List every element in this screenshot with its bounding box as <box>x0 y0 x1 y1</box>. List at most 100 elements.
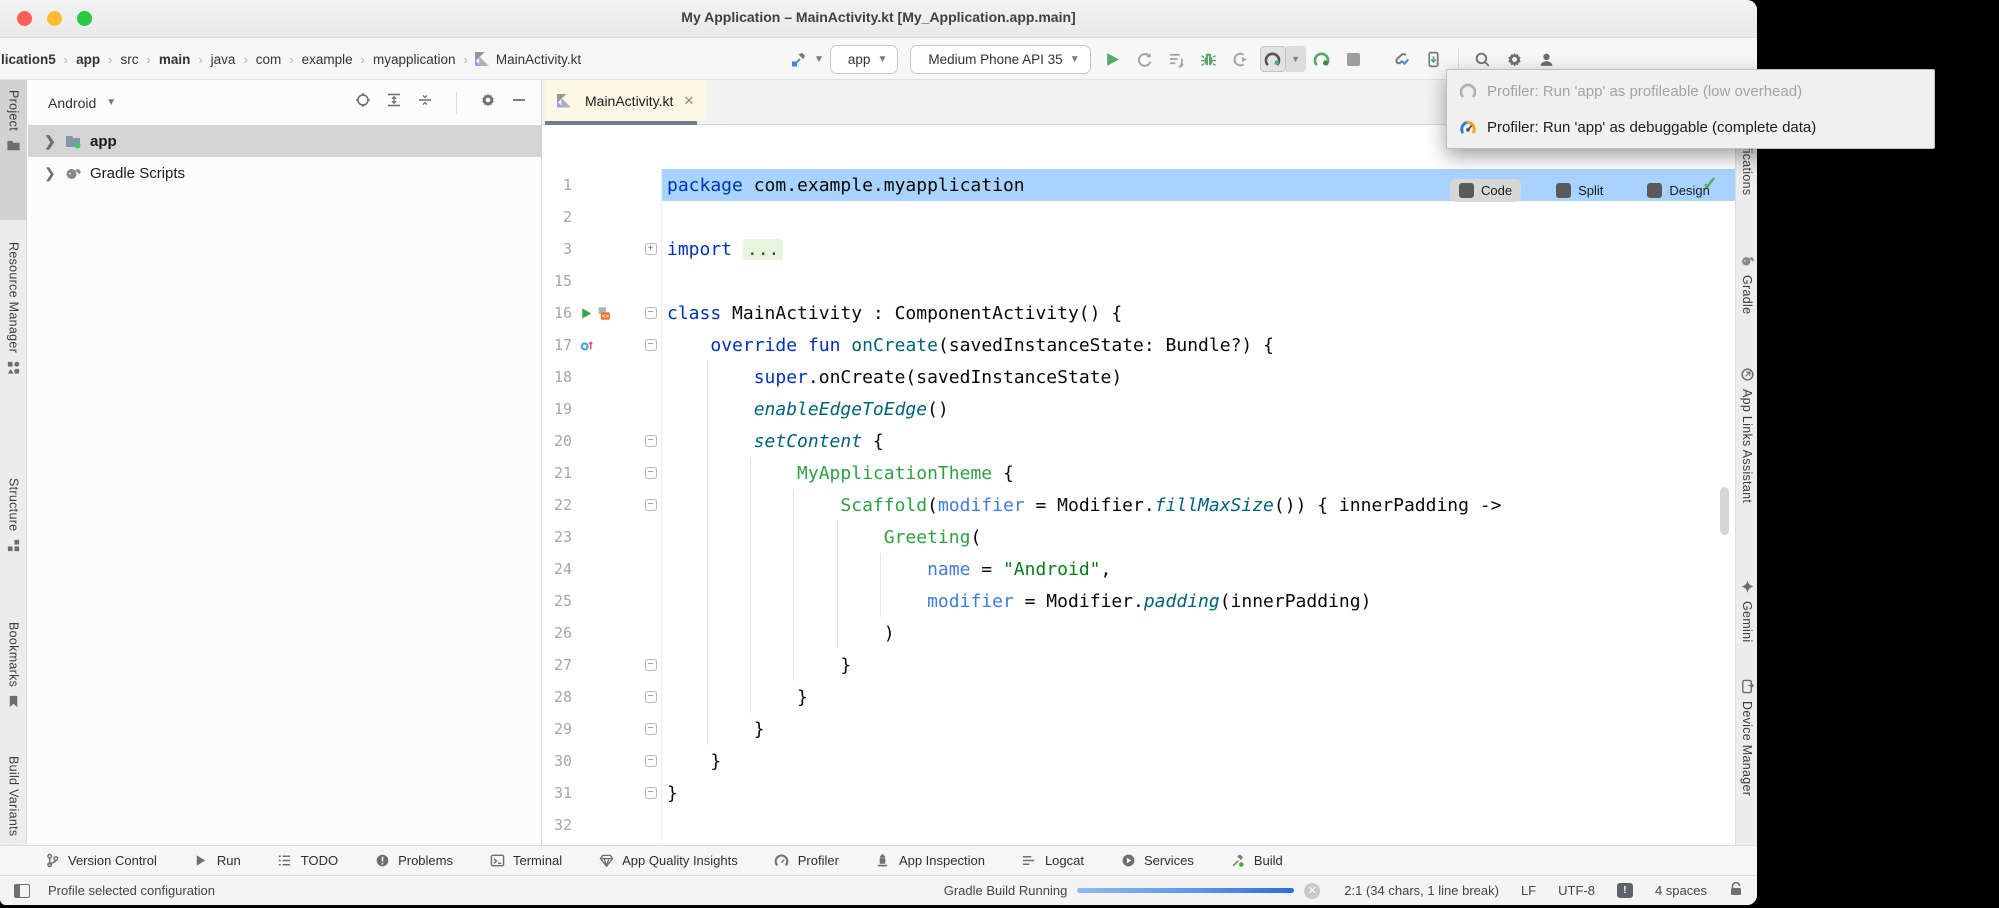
device-selector-label: Medium Phone API 35 <box>928 52 1062 67</box>
version-control-icon <box>45 853 60 868</box>
breadcrumb-java[interactable]: java <box>210 52 237 67</box>
breadcrumb-mainactivity-kt[interactable]: MainActivity.kt <box>495 52 582 67</box>
fold-marker-icon[interactable]: − <box>645 787 657 799</box>
breadcrumb-src[interactable]: src <box>119 52 139 67</box>
popup-item-profiler-debuggable[interactable]: Profiler: Run 'app' as debuggable (compl… <box>1447 109 1934 145</box>
collapse-all-button[interactable] <box>417 92 433 113</box>
line-number: 16 <box>542 304 576 322</box>
popup-item-profiler-profileable[interactable]: Profiler: Run 'app' as profileable (low … <box>1447 73 1934 109</box>
breadcrumb-app[interactable]: app <box>75 52 101 67</box>
line-number: 20 <box>542 432 576 450</box>
make-module-dropdown-icon[interactable]: ▼ <box>814 54 824 65</box>
debug-app-button[interactable] <box>1196 46 1222 72</box>
fold-marker-icon[interactable]: − <box>645 691 657 703</box>
fold-marker-icon[interactable]: + <box>645 243 657 255</box>
stop-button[interactable] <box>1341 46 1367 72</box>
running-devices-button[interactable] <box>1421 46 1447 72</box>
editor-mode-split[interactable]: Split <box>1547 179 1612 202</box>
tool-window-label: Run <box>217 853 241 868</box>
tool-window-problems[interactable]: Problems <box>374 853 453 869</box>
popup-item-label: Profiler: Run 'app' as debuggable (compl… <box>1487 119 1816 136</box>
notifications-icon[interactable]: ! <box>1617 883 1633 898</box>
tool-window-logcat[interactable]: Logcat <box>1021 853 1084 869</box>
fold-marker-icon[interactable]: − <box>645 467 657 479</box>
tree-expand-icon[interactable]: ❯ <box>44 165 56 182</box>
tool-stripe-device-manager[interactable]: Device Manager <box>1736 678 1757 836</box>
profiler-dropdown-button[interactable]: ▼ <box>1286 46 1306 72</box>
tool-window-todo[interactable]: TODO <box>277 853 338 869</box>
fold-marker-icon[interactable]: − <box>645 499 657 511</box>
hide-panel-button[interactable] <box>511 92 527 113</box>
locate-file-button[interactable] <box>355 92 371 113</box>
code-text: super.onCreate(savedInstanceState) <box>662 361 1735 393</box>
gradle-sync-button[interactable] <box>1389 46 1415 72</box>
close-tab-icon[interactable]: ✕ <box>683 93 694 109</box>
gemini-icon <box>1740 579 1755 594</box>
line-separator[interactable]: LF <box>1521 883 1536 898</box>
fold-marker-icon[interactable]: − <box>645 659 657 671</box>
editor-mode-code[interactable]: Code <box>1450 179 1521 202</box>
tool-window-services[interactable]: Services <box>1120 853 1194 869</box>
code-area[interactable]: CodeSplitDesign 1package com.example.mya… <box>542 125 1735 845</box>
run-configuration-selector[interactable]: app▼ <box>830 45 898 74</box>
fold-marker-icon[interactable]: − <box>645 755 657 767</box>
tool-stripe-app-links-assistant[interactable]: App Links Assistant <box>1736 366 1757 562</box>
breadcrumb-lication5[interactable]: lication5 <box>0 52 57 67</box>
tool-window-run[interactable]: Run <box>193 853 241 869</box>
rerun-button[interactable] <box>1132 46 1158 72</box>
editor-scrollbar[interactable] <box>1720 487 1729 535</box>
code-text: override fun onCreate(savedInstanceState… <box>662 329 1735 361</box>
tool-window-build[interactable]: Build <box>1230 853 1283 869</box>
fold-marker-icon[interactable]: − <box>645 339 657 351</box>
breadcrumb-com[interactable]: com <box>255 52 283 67</box>
line-number: 21 <box>542 464 576 482</box>
tool-stripe-structure[interactable]: Structure <box>0 478 27 600</box>
expand-all-button[interactable] <box>386 92 402 113</box>
tool-window-app-inspection[interactable]: App Inspection <box>875 853 985 869</box>
fold-marker-icon[interactable]: − <box>645 307 657 319</box>
tool-stripe-bookmarks[interactable]: Bookmarks <box>0 622 27 734</box>
tool-window-version-control[interactable]: Version Control <box>44 853 157 869</box>
breadcrumb-main[interactable]: main <box>158 52 192 67</box>
problems-icon <box>375 853 390 868</box>
lock-icon[interactable] <box>1729 881 1743 900</box>
caret-position[interactable]: 2:1 (34 chars, 1 line break) <box>1344 883 1499 898</box>
fold-marker-icon[interactable]: − <box>645 723 657 735</box>
svg-text:<>: <> <box>602 313 610 320</box>
tab-mainactivity[interactable]: MainActivity.kt ✕ <box>545 80 706 121</box>
tree-node-app[interactable]: ❯ app <box>28 125 541 157</box>
tool-window-terminal[interactable]: Terminal <box>489 853 562 869</box>
attach-debugger-button[interactable] <box>1228 46 1254 72</box>
panel-options-button[interactable] <box>480 92 496 113</box>
breadcrumb-example[interactable]: example <box>301 52 354 67</box>
code-line-22: 22− Scaffold(modifier = Modifier.fillMax… <box>542 489 1735 521</box>
file-encoding[interactable]: UTF-8 <box>1558 883 1595 898</box>
tool-stripe-project[interactable]: Project <box>0 80 27 220</box>
tool-stripe-gradle[interactable]: Gradle <box>1736 252 1757 338</box>
cancel-build-icon[interactable]: ✕ <box>1304 883 1320 899</box>
tool-stripe-gemini[interactable]: Gemini <box>1736 578 1757 668</box>
gradle-icon <box>64 164 82 182</box>
breadcrumb-myapplication[interactable]: myapplication <box>372 52 457 67</box>
run-app-button[interactable] <box>1100 46 1126 72</box>
tool-window-profiler[interactable]: Profiler <box>774 853 839 869</box>
tool-window-app-quality-insights[interactable]: App Quality Insights <box>598 853 738 869</box>
run-line-icon[interactable] <box>579 306 594 321</box>
indent-setting[interactable]: 4 spaces <box>1655 883 1707 898</box>
device-selector[interactable]: Medium Phone API 35▼ <box>910 45 1090 74</box>
profiler-button[interactable] <box>1260 46 1286 72</box>
fold-marker-icon[interactable]: − <box>645 435 657 447</box>
app-links-icon <box>1740 367 1755 382</box>
profile-debuggable-button[interactable] <box>1309 46 1335 72</box>
apply-changes-button[interactable] <box>1164 46 1190 72</box>
tool-stripe-label: Device Manager <box>1740 701 1754 796</box>
tree-node-label: app <box>90 133 117 150</box>
tool-stripe-tifications[interactable]: tifications <box>1736 140 1757 232</box>
tree-node-gradle-scripts[interactable]: ❯Gradle Scripts <box>28 157 541 189</box>
editor-mode-design[interactable]: Design <box>1638 179 1718 202</box>
tool-stripe-resource-manager[interactable]: Resource Manager <box>0 242 27 454</box>
editor[interactable]: MainActivity.kt ✕ CodeSplitDesign 1packa… <box>542 80 1735 845</box>
tree-expand-icon[interactable]: ❯ <box>44 133 56 150</box>
tool-window-toggle-icon[interactable] <box>14 884 30 898</box>
make-module-button[interactable] <box>785 46 811 72</box>
